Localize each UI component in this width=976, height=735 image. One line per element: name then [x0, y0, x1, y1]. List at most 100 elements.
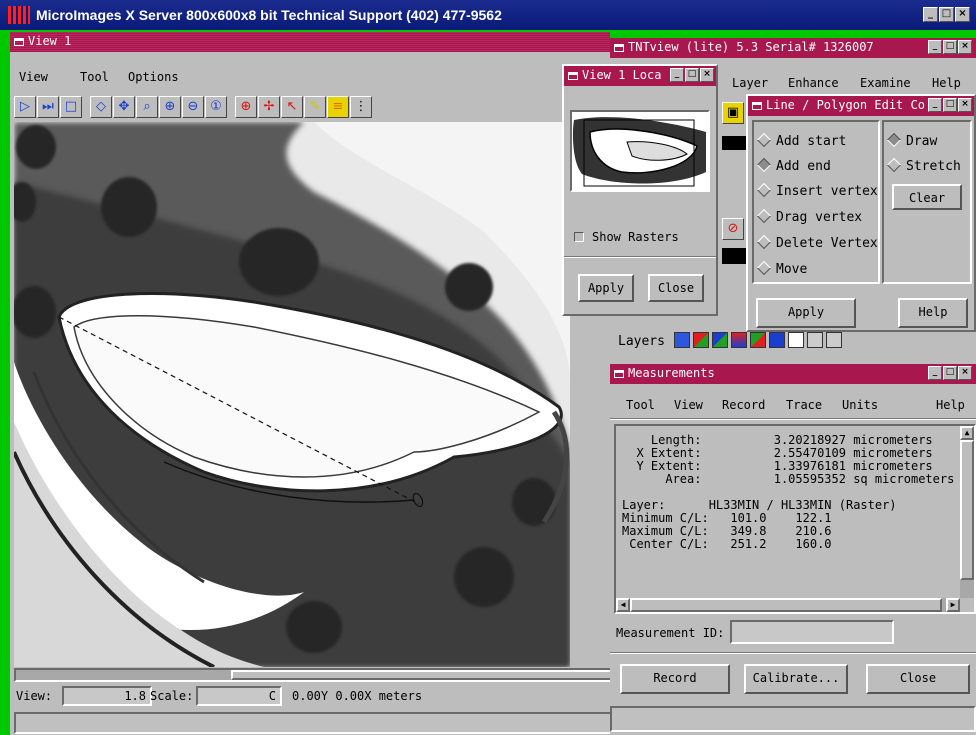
- locator-apply-button[interactable]: Apply: [578, 274, 634, 302]
- menu-enhance[interactable]: Enhance: [788, 76, 839, 90]
- locator-thumbnail[interactable]: [570, 110, 710, 192]
- close-icon[interactable]: ×: [958, 366, 972, 380]
- fit-diamond-icon[interactable]: ◇: [90, 96, 112, 118]
- measure-tool-icon[interactable]: ✢: [258, 96, 280, 118]
- close-icon[interactable]: ×: [955, 7, 970, 22]
- line-edit-title-bar[interactable]: Line / Polygon Edit Co _ □ ×: [748, 96, 974, 116]
- radio-drag-vertex[interactable]: Drag vertex: [756, 208, 862, 225]
- menu-help[interactable]: Help: [936, 398, 965, 412]
- menu-help[interactable]: Help: [932, 76, 961, 90]
- minimize-icon[interactable]: _: [928, 98, 942, 112]
- close-icon[interactable]: ×: [700, 68, 714, 82]
- radio-delete-vertex[interactable]: Delete Vertex: [756, 234, 878, 251]
- view-h-scrollbar[interactable]: [14, 668, 621, 682]
- zoom-in-icon[interactable]: ⊕: [159, 96, 181, 118]
- menu-tool[interactable]: Tool: [80, 70, 109, 84]
- view-value-field[interactable]: 1.8: [62, 686, 152, 706]
- close-icon[interactable]: ×: [958, 98, 972, 112]
- window-menu-icon[interactable]: [614, 370, 624, 378]
- zoom-select-icon[interactable]: ⊕: [235, 96, 257, 118]
- show-rasters-checkbox[interactable]: [574, 232, 584, 242]
- maximize-icon[interactable]: □: [943, 366, 957, 380]
- layer-control-icon[interactable]: [807, 332, 823, 348]
- record-button[interactable]: Record: [620, 664, 730, 694]
- menu-units[interactable]: Units: [842, 398, 878, 412]
- scale-value-field[interactable]: C: [196, 686, 282, 706]
- close-icon[interactable]: ×: [958, 40, 972, 54]
- stop-icon[interactable]: □: [60, 96, 82, 118]
- measurements-close-button[interactable]: Close: [866, 664, 970, 694]
- scroll-right-icon[interactable]: ▶: [946, 598, 960, 612]
- radio-stretch[interactable]: Stretch: [886, 157, 961, 174]
- window-menu-icon[interactable]: [752, 102, 762, 110]
- maximize-icon[interactable]: □: [943, 98, 957, 112]
- radio-label: Delete Vertex: [776, 236, 878, 251]
- menu-layer[interactable]: Layer: [732, 76, 768, 90]
- play-icon[interactable]: ▷: [14, 96, 36, 118]
- menu-tool[interactable]: Tool: [626, 398, 655, 412]
- traffic-light-icon[interactable]: ⋮: [350, 96, 372, 118]
- radio-diamond-icon: [756, 260, 772, 276]
- scroll-thumb[interactable]: [630, 598, 942, 612]
- window-menu-icon[interactable]: [14, 38, 24, 46]
- zoom-1x-icon[interactable]: ①: [205, 96, 227, 118]
- tnt-tool-icon[interactable]: ▣: [722, 102, 744, 124]
- image-canvas[interactable]: [14, 122, 570, 667]
- results-h-scrollbar[interactable]: ◀ ▶: [616, 598, 960, 612]
- server-title-bar[interactable]: MicroImages X Server 800x600x8 bit Techn…: [0, 0, 976, 30]
- radio-draw[interactable]: Draw: [886, 132, 937, 149]
- scroll-left-icon[interactable]: ◀: [616, 598, 630, 612]
- minimize-icon[interactable]: _: [923, 7, 938, 22]
- maximize-icon[interactable]: □: [943, 40, 957, 54]
- menu-view[interactable]: View: [19, 70, 48, 84]
- menu-options[interactable]: Options: [128, 70, 179, 84]
- menu-examine[interactable]: Examine: [860, 76, 911, 90]
- locator-close-button[interactable]: Close: [648, 274, 704, 302]
- cad-layer-icon[interactable]: [731, 332, 747, 348]
- tin-layer-icon[interactable]: [750, 332, 766, 348]
- ruler-icon[interactable]: ≡: [327, 96, 349, 118]
- minimize-icon[interactable]: _: [928, 366, 942, 380]
- scroll-thumb[interactable]: [960, 440, 974, 580]
- pointer-icon[interactable]: ↖: [281, 96, 303, 118]
- calibrate-button[interactable]: Calibrate...: [744, 664, 848, 694]
- maximize-icon[interactable]: □: [939, 7, 954, 22]
- line-edit-help-button[interactable]: Help: [898, 298, 968, 328]
- menu-view[interactable]: View: [674, 398, 703, 412]
- line-edit-apply-button[interactable]: Apply: [756, 298, 856, 328]
- locator-title-bar[interactable]: View 1 Loca _ □ ×: [564, 66, 716, 86]
- radio-move[interactable]: Move: [756, 260, 807, 277]
- vector-layer-icon[interactable]: [712, 332, 728, 348]
- region-layer-icon[interactable]: [769, 332, 785, 348]
- zoom-box-icon[interactable]: ⌕: [136, 96, 158, 118]
- view1-title-bar[interactable]: View 1: [10, 32, 610, 52]
- zoom-out-icon[interactable]: ⊖: [182, 96, 204, 118]
- measurements-title-bar[interactable]: Measurements _ □ ×: [610, 364, 976, 384]
- minimize-icon[interactable]: _: [670, 68, 684, 82]
- text-layer-icon[interactable]: [788, 332, 804, 348]
- step-icon[interactable]: ⏭: [37, 96, 59, 118]
- radio-add-end[interactable]: Add end: [756, 157, 831, 174]
- measurement-results-area[interactable]: Length: 3.20218927 micrometers X Extent:…: [614, 424, 976, 614]
- pan-icon[interactable]: ✥: [113, 96, 135, 118]
- window-menu-icon[interactable]: [568, 72, 578, 80]
- layer-control-icon[interactable]: [826, 332, 842, 348]
- scroll-thumb[interactable]: [231, 670, 621, 680]
- window-menu-icon[interactable]: [614, 44, 624, 52]
- maximize-icon[interactable]: □: [685, 68, 699, 82]
- results-v-scrollbar[interactable]: ▲: [960, 426, 974, 598]
- radio-add-start[interactable]: Add start: [756, 132, 846, 149]
- clear-button[interactable]: Clear: [892, 184, 962, 210]
- menu-record[interactable]: Record: [722, 398, 765, 412]
- minimize-icon[interactable]: _: [928, 40, 942, 54]
- raster-layer-icon[interactable]: [693, 332, 709, 348]
- measurement-id-input[interactable]: [730, 620, 894, 644]
- radio-insert-vertex[interactable]: Insert vertex: [756, 182, 878, 199]
- add-layer-icon[interactable]: [674, 332, 690, 348]
- scroll-up-icon[interactable]: ▲: [960, 426, 974, 440]
- tnt-black-swatch-2: [722, 248, 746, 264]
- no-entry-icon[interactable]: ⊘: [722, 218, 744, 240]
- menu-trace[interactable]: Trace: [786, 398, 822, 412]
- tntview-title-bar[interactable]: TNTview (lite) 5.3 Serial# 1326007 _ □ ×: [610, 38, 976, 58]
- pencil-icon[interactable]: ✎: [304, 96, 326, 118]
